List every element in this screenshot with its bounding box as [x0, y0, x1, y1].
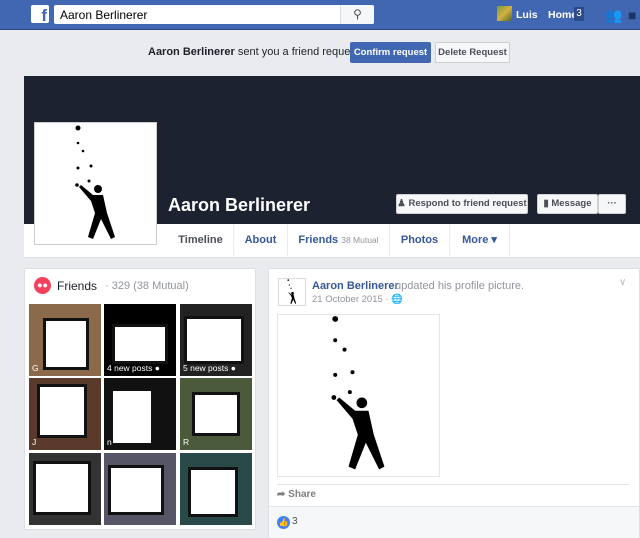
post-image[interactable] [277, 314, 440, 477]
friend-photo [192, 392, 240, 436]
post-author[interactable]: Aaron Berlinerer [312, 280, 399, 292]
tab-photos[interactable]: Photos [390, 224, 450, 258]
tab-friends[interactable]: Friends 38 Mutual [288, 224, 390, 258]
friend-photo [108, 465, 164, 515]
post-author-avatar[interactable] [278, 278, 306, 306]
message-button[interactable]: ▮ Message [537, 194, 598, 214]
reactions-bar: 👍 3 [269, 506, 639, 538]
profile-picture[interactable] [34, 122, 157, 245]
profile-link[interactable]: Luis [516, 9, 538, 21]
chevron-down-icon[interactable]: ∨ [619, 277, 626, 288]
home-badge: 3 [574, 7, 584, 21]
like-count[interactable]: 3 [292, 516, 298, 527]
mutual-count: 38 Mutual [341, 235, 379, 245]
respond-label: Respond to friend request [408, 198, 527, 209]
tab-timeline[interactable]: Timeline [168, 224, 234, 258]
friend-label: J [32, 437, 37, 447]
message-label: Message [551, 198, 592, 209]
friend-photo [112, 324, 168, 364]
friend-request-notice: Aaron Berlinerer sent you a friend reque… [148, 46, 359, 58]
like-icon[interactable]: 👍 [277, 516, 290, 529]
friend-label: 4 new posts ● [107, 363, 160, 373]
friend-photo [33, 461, 91, 515]
divider [277, 484, 629, 485]
requester-name[interactable]: Aaron Berlinerer [148, 46, 235, 58]
friend-requests-icon[interactable]: 👥 [605, 7, 622, 24]
friends-panel: ●● Friends · 329 (38 Mutual) G 4 new post… [24, 268, 256, 530]
post-action: updated his profile picture. [395, 280, 525, 292]
friend-label: n [107, 437, 112, 447]
tab-more[interactable]: More ▾ [450, 224, 510, 258]
friend-tile[interactable] [104, 453, 176, 525]
search-input[interactable] [54, 5, 374, 24]
juggler-image [331, 316, 385, 470]
juggler-thumb [287, 279, 297, 304]
timeline-post: Aaron Berlinerer updated his profile pic… [268, 268, 640, 538]
tab-about[interactable]: About [234, 224, 288, 258]
profile-name: Aaron Berlinerer [168, 195, 311, 215]
tab-friends-label: Friends [298, 234, 339, 246]
friend-photo [37, 384, 87, 438]
search-icon[interactable]: ⚲ [340, 5, 374, 24]
avatar[interactable] [497, 6, 512, 21]
home-link[interactable]: Home [548, 9, 577, 21]
respond-to-friend-request-button[interactable]: ♟ Respond to friend request [396, 194, 528, 214]
friends-icon: ●● [34, 277, 51, 294]
delete-request-button[interactable]: Delete Request [435, 42, 510, 63]
friend-photo [184, 316, 244, 364]
juggler-image [75, 125, 115, 239]
friend-photo [188, 467, 238, 517]
share-label: Share [288, 489, 316, 500]
friend-label: 5 new posts ● [183, 363, 236, 373]
friend-tile[interactable]: R [180, 378, 252, 450]
friend-label: R [183, 437, 190, 447]
friend-tile[interactable]: n [104, 378, 176, 450]
person-icon: ♟ [397, 198, 409, 209]
messages-icon[interactable]: ■ [628, 7, 636, 23]
top-navigation-bar: f ⚲ Luis Home 3 👥 ■ [0, 0, 640, 30]
friend-label: G [32, 363, 39, 373]
friend-tile[interactable] [29, 453, 101, 525]
confirm-request-button[interactable]: Confirm request [350, 42, 431, 63]
friends-count: · 329 (38 Mutual) [105, 280, 189, 292]
friend-tile[interactable]: J [29, 378, 101, 450]
friend-photo [110, 388, 154, 446]
friend-tile[interactable] [180, 453, 252, 525]
friends-title[interactable]: Friends [57, 279, 97, 293]
friend-photo [43, 318, 89, 370]
friend-tile[interactable]: 5 new posts ● [180, 304, 252, 376]
request-text: sent you a friend request [237, 46, 359, 58]
facebook-logo[interactable]: f [31, 5, 49, 23]
more-options-button[interactable]: ··· [598, 194, 626, 214]
share-icon: ➦ [277, 489, 289, 500]
post-date[interactable]: 21 October 2015 · 🌐 [312, 294, 403, 305]
share-button[interactable]: ➦ Share [277, 489, 316, 500]
friend-tile[interactable]: G [29, 304, 101, 376]
friend-tile[interactable]: 4 new posts ● [104, 304, 176, 376]
